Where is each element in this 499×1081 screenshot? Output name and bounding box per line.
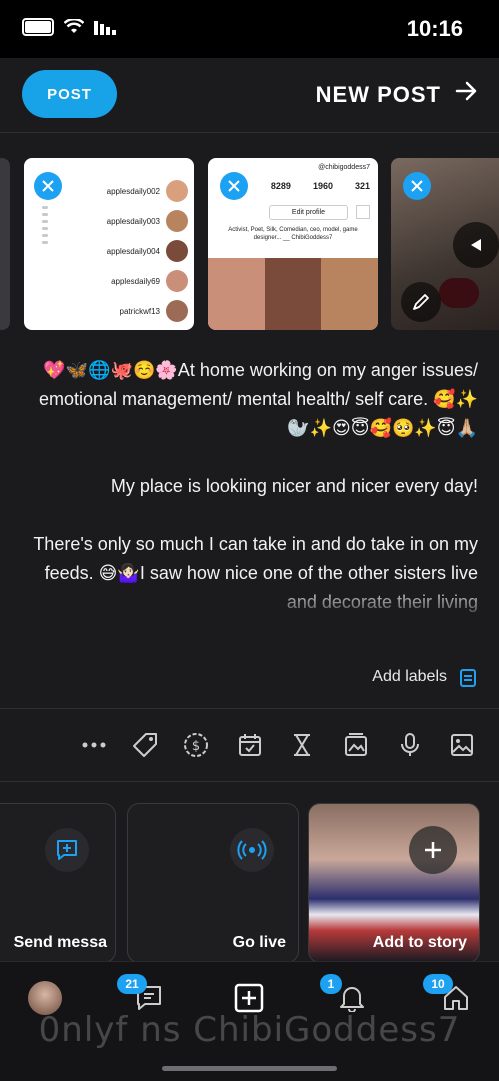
message-plus-icon — [57, 840, 77, 860]
back-arrow-icon[interactable] — [453, 78, 479, 104]
compose-icon — [234, 983, 264, 1013]
broadcast-icon — [237, 840, 267, 860]
close-icon — [42, 180, 54, 192]
watermark: 0nlyf ns ChibiGoddess7 — [38, 1010, 461, 1050]
list-item: applesdaily004 — [68, 236, 188, 266]
avatar — [166, 300, 188, 322]
tag-icon[interactable] — [131, 731, 159, 759]
page-title: NEW POST — [315, 82, 441, 107]
list-item: patrickwf13 — [68, 296, 188, 326]
live-icon-circle — [230, 828, 274, 872]
play-button[interactable] — [453, 222, 499, 268]
bell-icon — [340, 987, 364, 1012]
send-message-card[interactable]: Send messa — [0, 803, 116, 961]
add-to-story-label: Add to story — [372, 934, 467, 951]
post-caption[interactable]: 💖🦋🌐🐙☺️🌸At home working on my anger issue… — [28, 356, 478, 624]
pencil-icon — [413, 294, 429, 310]
calendar-icon[interactable] — [236, 731, 264, 759]
go-live-card[interactable]: Go live — [127, 803, 299, 961]
close-icon — [411, 180, 423, 192]
send-message-label: Send messa — [13, 934, 107, 951]
avatar — [166, 210, 188, 232]
thumbnail-partial[interactable] — [0, 158, 10, 330]
caption-paragraph: My place is lookiing nicer and nicer eve… — [110, 476, 478, 496]
edit-media-button[interactable] — [401, 282, 441, 322]
mic-icon[interactable] — [396, 731, 424, 759]
add-story-button[interactable] — [409, 826, 457, 874]
play-icon — [471, 239, 481, 251]
remove-media-button[interactable] — [403, 172, 431, 200]
post-button[interactable]: POST — [22, 70, 117, 118]
remove-media-button[interactable] — [34, 172, 62, 200]
add-to-story-card[interactable]: Add to story — [308, 803, 480, 961]
remove-media-button[interactable] — [220, 172, 248, 200]
close-icon — [228, 180, 240, 192]
avatar — [166, 270, 188, 292]
avatar — [166, 240, 188, 262]
list-item: applesdaily003 — [68, 206, 188, 236]
messages-badge: 21 — [117, 974, 147, 994]
caption-paragraph: 💖🦋🌐🐙☺️🌸At home working on my anger issue… — [38, 360, 478, 438]
wifi-icon — [64, 19, 84, 33]
label-icon — [460, 669, 476, 687]
list-item: applesdaily69 — [68, 266, 188, 296]
plus-icon — [425, 842, 441, 858]
thumbnail-profile-list[interactable]: applesdaily002 applesdaily003 applesdail… — [24, 158, 194, 330]
status-bar: 10:16 — [0, 0, 499, 58]
thumbnail-photo[interactable] — [391, 158, 499, 330]
signal-icon — [94, 21, 116, 35]
home-badge: 10 — [423, 974, 453, 994]
media-thumbnails: applesdaily002 applesdaily003 applesdail… — [0, 158, 499, 330]
header: POST NEW POST — [0, 58, 499, 133]
list-item: applesdaily002 — [68, 176, 188, 206]
thumbnail-profile-page[interactable]: @chibigoddess7 8289 1960 321 Edit profil… — [208, 158, 378, 330]
notifications-badge: 1 — [320, 974, 342, 994]
status-icons — [22, 18, 116, 36]
battery-icon — [22, 18, 54, 36]
gallery-icon[interactable] — [342, 731, 370, 759]
message-icon-circle — [45, 828, 89, 872]
dollar-icon[interactable]: $ — [182, 731, 210, 759]
hourglass-icon[interactable] — [288, 731, 316, 759]
add-labels-row[interactable]: Add labels — [0, 660, 499, 709]
svg-text:$: $ — [192, 739, 200, 754]
quick-actions: Send messa Go live Add to story — [0, 803, 499, 961]
composer-toolbar: $ — [0, 709, 499, 782]
add-labels-text: Add labels — [372, 668, 447, 685]
image-icon[interactable] — [448, 731, 476, 759]
more-icon[interactable] — [80, 731, 108, 759]
avatar — [166, 180, 188, 202]
home-indicator — [162, 1066, 337, 1071]
clock: 10:16 — [406, 16, 463, 41]
go-live-label: Go live — [232, 934, 286, 951]
